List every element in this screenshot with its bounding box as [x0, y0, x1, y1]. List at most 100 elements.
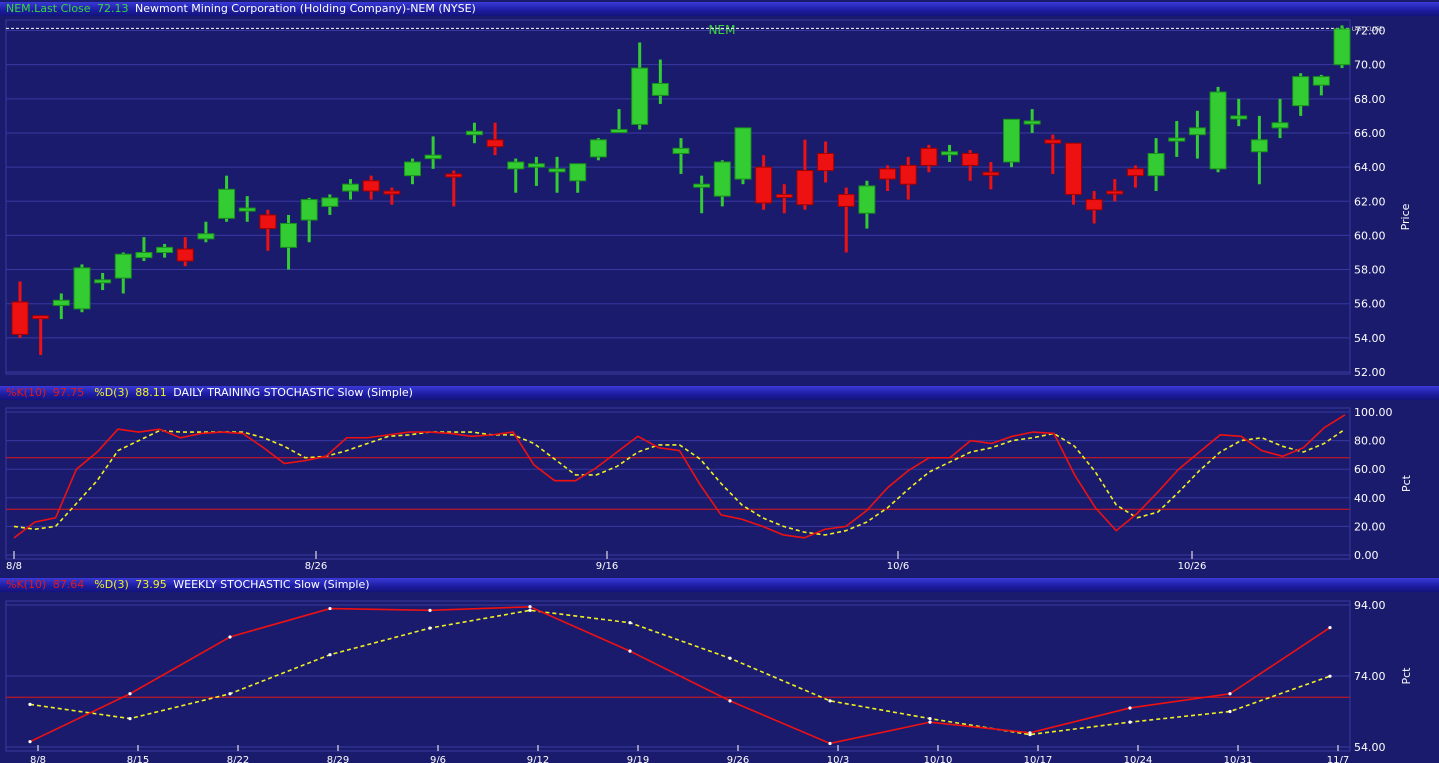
candle-body: [941, 151, 959, 156]
weekly-x-tick: 9/19: [627, 755, 649, 763]
weekly-k-line: [29, 605, 1331, 745]
weekly-k-line-point: [1228, 692, 1232, 696]
last-close-value: 72.13: [97, 2, 129, 15]
candle-body: [775, 193, 793, 198]
candle-body: [1085, 199, 1103, 211]
weekly-k-label: %K(10): [6, 578, 47, 591]
weekly_panel-y-tick: 94.00: [1354, 599, 1386, 612]
candle-body: [73, 267, 91, 310]
candle-body: [734, 127, 752, 180]
company-name: Newmont Mining Corporation (Holding Comp…: [135, 2, 476, 15]
candle-body: [527, 163, 545, 168]
candle-body: [362, 180, 380, 192]
weekly-x-tick: 9/6: [430, 755, 446, 763]
candle-body: [218, 188, 236, 219]
weekly-k-line-point: [528, 605, 532, 609]
weekly-k-line-point: [1028, 731, 1032, 735]
weekly-stochastic-chart[interactable]: 54.00 74.00 94.00 Pct 8/8 8/15 8/22 8/29 9/6 9/12…: [0, 593, 1439, 763]
weekly-x-tick: 10/17: [1024, 755, 1053, 763]
weekly-x-tick: 10/24: [1124, 755, 1153, 763]
candle-body: [589, 139, 607, 158]
candle-body: [321, 197, 339, 207]
daily_panel-y-tick: 0.00: [1354, 549, 1379, 562]
daily_panel-y-tick: 40.00: [1354, 492, 1386, 505]
weekly-x-tick: 9/26: [727, 755, 749, 763]
candle-body: [383, 190, 401, 195]
weekly-x-tick: 10/31: [1224, 755, 1253, 763]
candle-body: [445, 173, 463, 178]
daily-d-label: %D(3): [94, 386, 129, 399]
candle-body: [424, 154, 442, 160]
daily-stochastic-chart[interactable]: 0.00 20.00 40.00 60.00 80.00 100.00 Pct 8/8 8/26…: [0, 401, 1439, 576]
weekly-k-line-point: [1328, 625, 1332, 630]
weekly-k-line-point: [428, 608, 432, 612]
daily-stochastic-title: DAILY TRAINING STOCHASTIC Slow (Simple): [173, 386, 413, 399]
price-y-tick: 54.00: [1354, 332, 1386, 345]
candle-body: [403, 161, 421, 177]
symbol-label: NEM.Last Close: [6, 2, 91, 15]
candle-body: [280, 222, 298, 248]
candle-body: [858, 185, 876, 214]
daily_panel-plot-frame: [5, 407, 1351, 560]
weekly-d-line-point: [128, 717, 132, 721]
candle-body: [631, 67, 649, 125]
weekly_panel-y-tick: 54.00: [1354, 741, 1386, 754]
candle-body: [1023, 120, 1041, 125]
candle-body: [1044, 139, 1062, 144]
price-y-tick: 56.00: [1354, 298, 1386, 311]
weekly-d-value: 73.95: [135, 578, 167, 591]
price-y-tick: 68.00: [1354, 93, 1386, 106]
daily-k-value: 97.75: [52, 386, 85, 399]
price-plot-frame: [5, 19, 1351, 375]
price-y-tick: 64.00: [1354, 161, 1386, 174]
weekly-x-tick: 8/29: [327, 755, 349, 763]
candle-body: [1064, 142, 1082, 195]
candle-body: [300, 199, 318, 221]
weekly-x-tick: 8/8: [30, 755, 46, 763]
candle-body: [1168, 137, 1186, 142]
weekly-k-line-point: [228, 635, 232, 639]
candle-body: [197, 233, 215, 240]
candle-body: [548, 168, 566, 173]
daily-x-tick: 10/6: [887, 561, 909, 572]
candle-body: [135, 251, 153, 259]
weekly-d-line-point: [628, 621, 632, 625]
candle-body: [1271, 122, 1289, 129]
weekly-d-line-point: [328, 653, 332, 657]
weekly-d-line-point: [1128, 720, 1132, 724]
candle-body: [569, 163, 587, 182]
candle-body: [693, 183, 711, 188]
candle-body: [342, 183, 359, 192]
weekly-k-line-point: [328, 606, 332, 611]
candle-body: [672, 147, 690, 154]
candle-body: [11, 301, 29, 335]
price-axis-label: Price: [1399, 203, 1412, 230]
candle-body: [114, 253, 132, 279]
weekly-k-value: 87.64: [52, 578, 85, 591]
daily_panel-y-tick: 20.00: [1354, 520, 1386, 533]
daily_panel-y-tick: 60.00: [1354, 463, 1386, 476]
candle-body: [920, 147, 938, 166]
candle-body: [1333, 28, 1351, 66]
candle-body: [238, 207, 256, 212]
weekly-k-line-point: [628, 649, 632, 653]
weekly-d-line-point: [728, 656, 732, 660]
candle-body: [486, 139, 504, 148]
candle-body: [1292, 76, 1310, 107]
candle-body: [961, 152, 979, 166]
daily_panel-axis-label: Pct: [1400, 474, 1413, 492]
price-y-tick: 66.00: [1354, 127, 1386, 140]
weekly_panel-axis-label: Pct: [1400, 667, 1413, 685]
price-panel-header: NEM.Last Close 72.13 Newmont Mining Corp…: [0, 2, 1439, 16]
candle-body: [1147, 152, 1165, 177]
price-y-tick: 52.00: [1354, 366, 1386, 379]
weekly-x-tick: 9/12: [527, 755, 549, 763]
candle-body: [465, 130, 483, 136]
daily-k-label: %K(10): [6, 386, 47, 399]
weekly-k-line-point: [828, 741, 832, 746]
candle-body: [713, 161, 731, 197]
daily_panel-y-tick: 80.00: [1354, 435, 1386, 448]
candle-body: [796, 170, 814, 206]
price-chart[interactable]: 52.00 54.00 56.00 58.00 60.00 62.00 64.00 66.00…: [0, 17, 1439, 383]
candle-body: [837, 193, 855, 207]
